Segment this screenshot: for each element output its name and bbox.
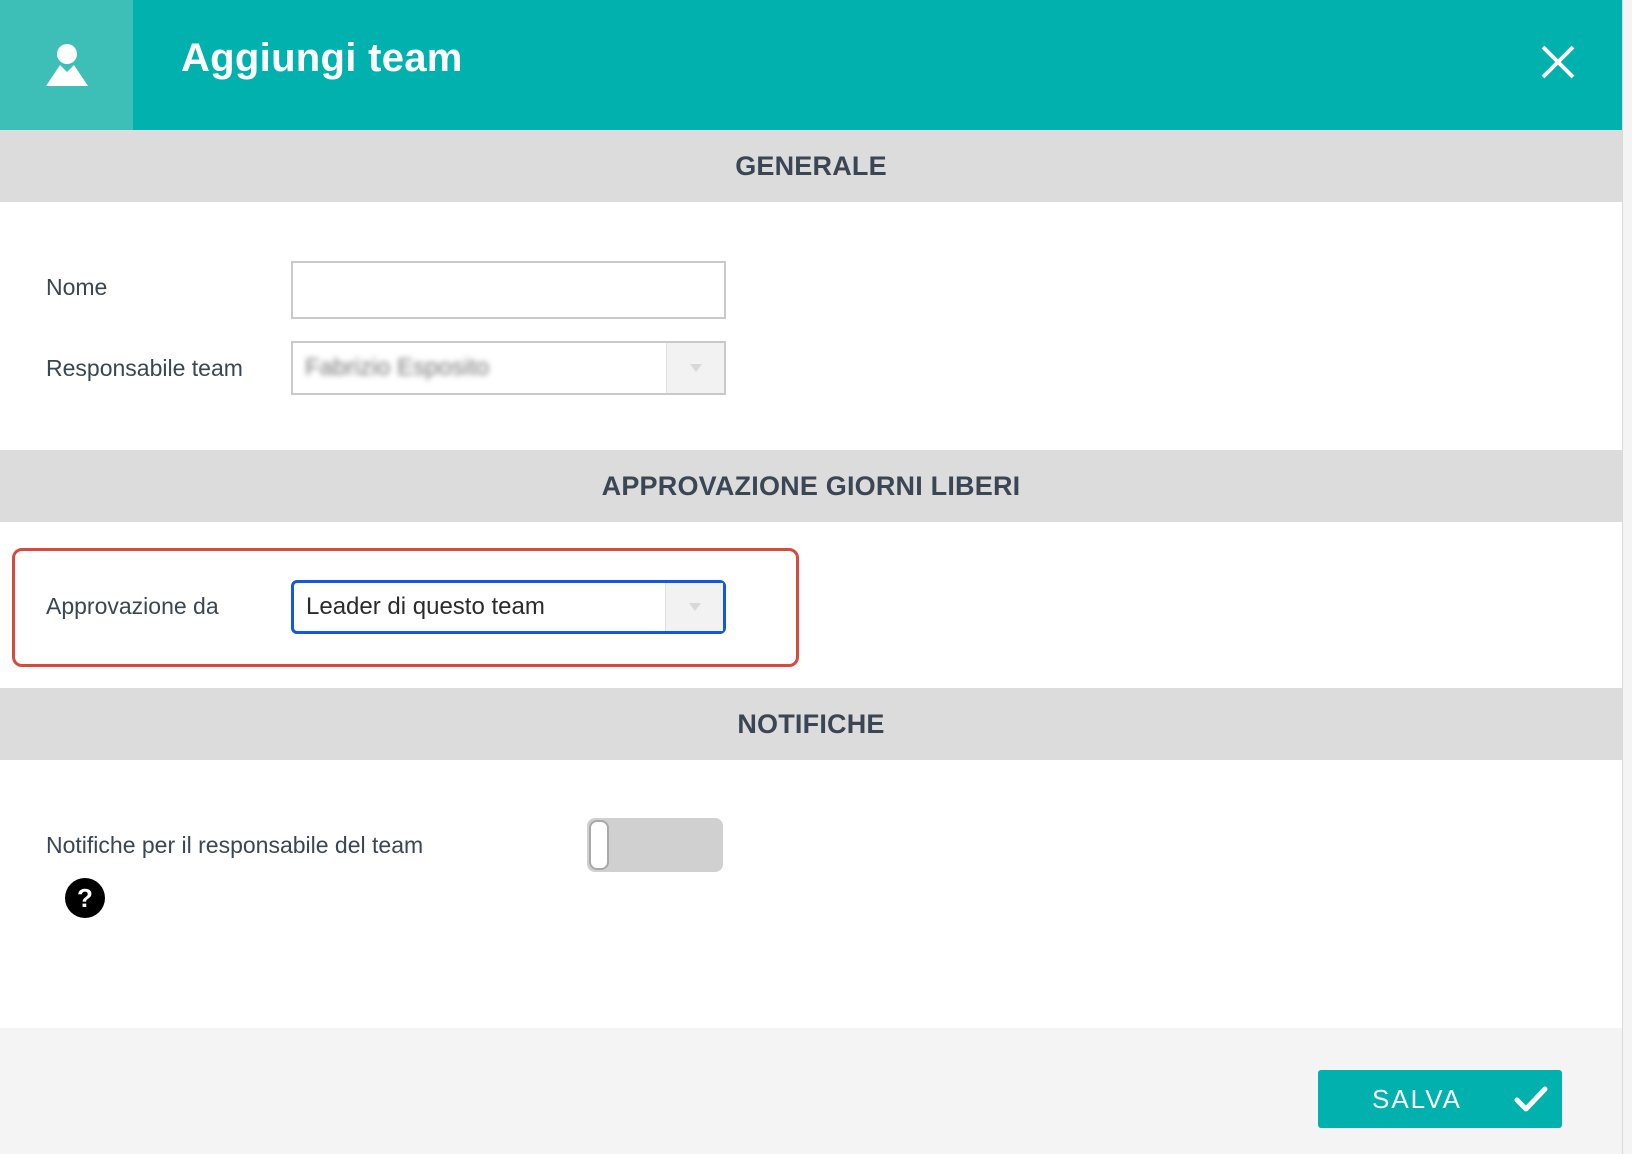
approval-dropdown-arrow[interactable] (665, 583, 723, 631)
chevron-down-icon (688, 603, 701, 611)
checkmark-icon (1510, 1078, 1552, 1120)
save-button-label: SALVA (1372, 1083, 1462, 1114)
add-team-dialog: Aggiungi team GENERALE Nome Responsabile… (0, 0, 1622, 1154)
section-notifications: NOTIFICHE (0, 688, 1622, 760)
section-approval-title: APPROVAZIONE GIORNI LIBERI (601, 470, 1021, 501)
close-button[interactable] (1530, 38, 1586, 86)
dialog-header: Aggiungi team (0, 0, 1622, 130)
toggle-knob (589, 820, 609, 870)
chevron-down-icon (689, 364, 702, 372)
name-label: Nome (46, 274, 108, 300)
user-icon (45, 44, 88, 86)
save-button[interactable]: SALVA (1318, 1070, 1562, 1128)
close-icon (1541, 45, 1575, 79)
name-input[interactable] (291, 261, 726, 319)
approval-select-value: Leader di questo team (306, 593, 545, 620)
notify-manager-toggle[interactable] (587, 818, 723, 872)
dialog-title: Aggiungi team (181, 36, 463, 80)
section-general-title: GENERALE (735, 150, 887, 181)
manager-dropdown-arrow[interactable] (666, 343, 724, 393)
approval-select[interactable]: Leader di questo team (291, 580, 726, 634)
section-approval: APPROVAZIONE GIORNI LIBERI (0, 450, 1622, 522)
manager-label: Responsabile team (46, 355, 243, 381)
section-notifications-title: NOTIFICHE (737, 708, 885, 739)
manager-select-value: Fabrizio Esposito (305, 354, 490, 381)
background-page-edge (1622, 0, 1632, 1154)
header-icon-box (0, 0, 133, 130)
section-general: GENERALE (0, 130, 1622, 202)
approval-label: Approvazione da (46, 593, 219, 619)
help-glyph: ? (77, 882, 93, 913)
notify-manager-label: Notifiche per il responsabile del team (46, 832, 424, 858)
question-icon[interactable]: ? (65, 878, 105, 918)
manager-select[interactable]: Fabrizio Esposito (291, 341, 726, 395)
